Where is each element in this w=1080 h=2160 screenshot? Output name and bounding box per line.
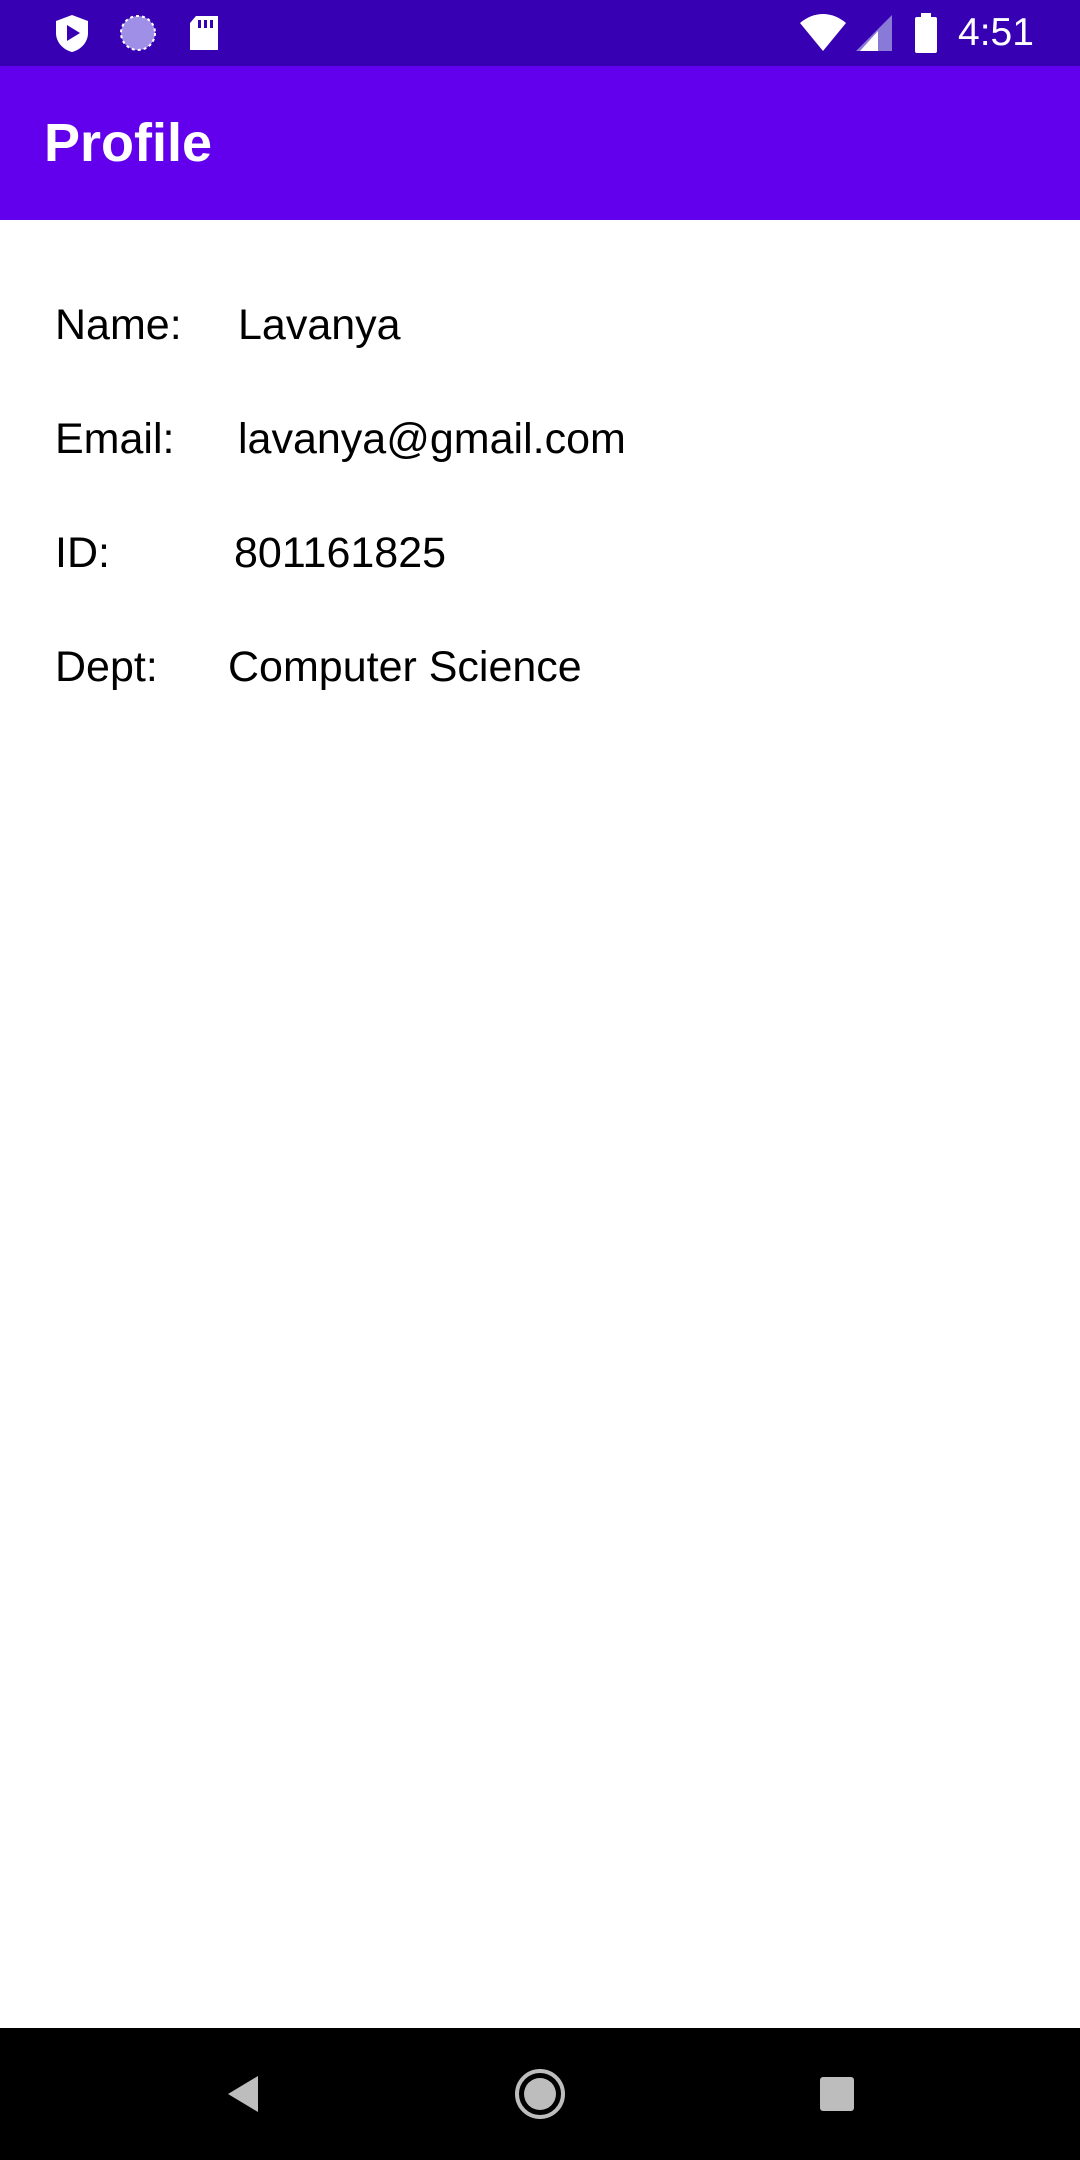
shield-play-icon	[52, 13, 92, 53]
status-bar: 4:51	[0, 0, 1080, 66]
id-label: ID:	[55, 529, 110, 577]
dept-label: Dept:	[55, 643, 158, 691]
dept-value: Computer Science	[228, 643, 582, 691]
page-title: Profile	[44, 113, 213, 173]
name-label: Name:	[55, 301, 182, 349]
app-bar: Profile	[0, 66, 1080, 220]
profile-content: Name: Lavanya Email: lavanya@gmail.com I…	[0, 220, 1080, 2028]
navigation-bar	[0, 2028, 1080, 2160]
sd-card-icon	[184, 13, 224, 53]
back-icon[interactable]	[208, 2060, 276, 2128]
id-value: 801161825	[234, 529, 447, 577]
name-value: Lavanya	[238, 301, 401, 349]
recents-icon[interactable]	[803, 2060, 871, 2128]
status-time: 4:51	[958, 11, 1034, 54]
email-value: lavanya@gmail.com	[238, 415, 626, 463]
email-label: Email:	[55, 415, 175, 463]
profile-row-dept: Dept: Computer Science	[0, 632, 1080, 702]
battery-icon	[912, 13, 940, 53]
profile-row-name: Name: Lavanya	[0, 290, 1080, 360]
profile-row-id: ID: 801161825	[0, 518, 1080, 588]
profile-row-email: Email: lavanya@gmail.com	[0, 404, 1080, 474]
home-icon[interactable]	[506, 2060, 574, 2128]
wifi-icon	[798, 13, 848, 53]
signal-icon	[854, 13, 894, 53]
loading-spinner-icon	[118, 13, 158, 53]
